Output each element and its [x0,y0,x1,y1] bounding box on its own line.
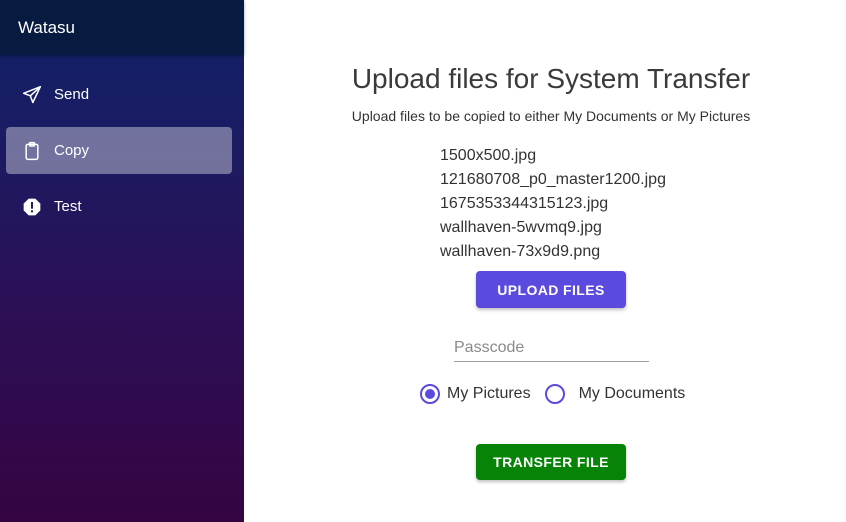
destination-radio-group: My Pictures My Documents [420,384,685,404]
radio-my-pictures[interactable]: My Pictures [420,384,531,404]
sidebar-item-label: Send [54,86,90,103]
upload-files-button[interactable]: UPLOAD FILES [476,271,626,308]
radio-button-unchecked[interactable] [544,384,565,404]
sidebar-item-copy[interactable]: Copy [6,127,232,174]
sidebar-item-label: Test [54,198,82,215]
page-title: Upload files for System Transfer [351,63,751,94]
main-content: Upload files for System Transfer Upload … [244,0,846,522]
clipboard-icon [22,141,42,161]
sidebar-item-send[interactable]: Send [6,71,232,118]
file-list: 1500x500.jpg 121680708_p0_master1200.jpg… [440,144,666,264]
list-item: 1500x500.jpg [440,147,537,164]
list-item: 121680708_p0_master1200.jpg [440,171,666,188]
radio-button-checked[interactable] [420,384,440,404]
sidebar: Watasu Send Copy Test [0,0,244,522]
list-item: 1675353344315123.jpg [440,195,609,212]
transfer-file-button[interactable]: TRANSFER FILE [476,444,626,480]
page-subtitle: Upload files to be copied to either My D… [351,108,751,124]
alert-octagon-icon [22,197,42,217]
sidebar-item-test[interactable]: Test [6,183,232,230]
list-item: wallhaven-73x9d9.png [440,243,601,260]
sidebar-item-label: Copy [54,142,90,159]
radio-label: My Pictures [447,385,531,402]
passcode-input[interactable] [454,334,649,362]
radio-label: My Documents [578,385,686,402]
send-icon [22,85,42,105]
list-item: wallhaven-5wvmq9.jpg [440,219,602,236]
app-title: Watasu [0,0,244,55]
radio-my-documents[interactable]: My Documents [544,384,686,404]
